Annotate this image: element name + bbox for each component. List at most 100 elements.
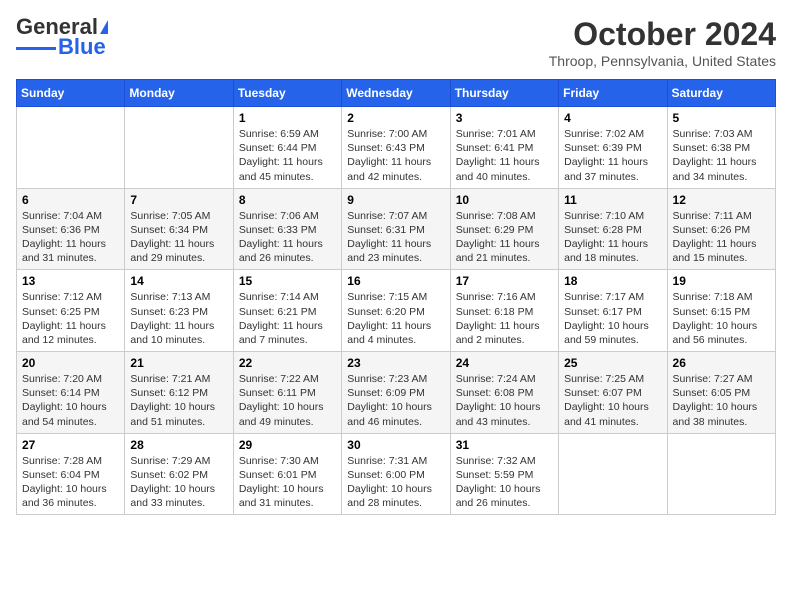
calendar-cell: 12Sunrise: 7:11 AM Sunset: 6:26 PM Dayli… xyxy=(667,188,775,270)
day-number: 7 xyxy=(130,193,227,207)
day-number: 2 xyxy=(347,111,444,125)
calendar-cell xyxy=(559,433,667,515)
calendar-header-friday: Friday xyxy=(559,80,667,107)
day-info: Sunrise: 7:17 AM Sunset: 6:17 PM Dayligh… xyxy=(564,290,661,347)
day-info: Sunrise: 7:02 AM Sunset: 6:39 PM Dayligh… xyxy=(564,127,661,184)
calendar-cell: 8 Sunrise: 7:06 AM Sunset: 6:33 PM Daylig… xyxy=(233,188,341,270)
day-info: Sunrise: 7:06 AM Sunset: 6:33 PM Dayligh… xyxy=(239,209,336,266)
day-number: 18 xyxy=(564,274,661,288)
calendar-cell: 30Sunrise: 7:31 AM Sunset: 6:00 PM Dayli… xyxy=(342,433,450,515)
day-number: 4 xyxy=(564,111,661,125)
day-number: 20 xyxy=(22,356,119,370)
logo-blue-line xyxy=(16,47,56,50)
calendar-cell: 23 Sunrise: 7:23 AM Sunset: 6:09 PM Dayli… xyxy=(342,352,450,434)
calendar-cell: 22 Sunrise: 7:22 AM Sunset: 6:11 PM Dayli… xyxy=(233,352,341,434)
day-info: Sunrise: 7:22 AM Sunset: 6:11 PM Dayligh… xyxy=(239,372,336,429)
logo-blue: Blue xyxy=(58,36,106,58)
day-info: Sunrise: 7:15 AM Sunset: 6:20 PM Dayligh… xyxy=(347,290,444,347)
day-number: 10 xyxy=(456,193,553,207)
logo-triangle-icon xyxy=(100,20,108,34)
calendar-cell: 13Sunrise: 7:12 AM Sunset: 6:25 PM Dayli… xyxy=(17,270,125,352)
calendar-header-sunday: Sunday xyxy=(17,80,125,107)
title-area: October 2024 Throop, Pennsylvania, Unite… xyxy=(549,16,776,69)
calendar-header-saturday: Saturday xyxy=(667,80,775,107)
day-number: 29 xyxy=(239,438,336,452)
page-header: General Blue October 2024 Throop, Pennsy… xyxy=(16,16,776,69)
day-number: 19 xyxy=(673,274,770,288)
day-number: 31 xyxy=(456,438,553,452)
day-number: 9 xyxy=(347,193,444,207)
location: Throop, Pennsylvania, United States xyxy=(549,53,776,69)
day-number: 11 xyxy=(564,193,661,207)
calendar-cell: 17 Sunrise: 7:16 AM Sunset: 6:18 PM Dayli… xyxy=(450,270,558,352)
calendar-cell: 20 Sunrise: 7:20 AM Sunset: 6:14 PM Dayli… xyxy=(17,352,125,434)
day-number: 17 xyxy=(456,274,553,288)
day-info: Sunrise: 7:23 AM Sunset: 6:09 PM Dayligh… xyxy=(347,372,444,429)
day-number: 3 xyxy=(456,111,553,125)
calendar-cell xyxy=(667,433,775,515)
day-number: 1 xyxy=(239,111,336,125)
day-info: Sunrise: 7:12 AM Sunset: 6:25 PM Dayligh… xyxy=(22,290,119,347)
day-info: Sunrise: 7:27 AM Sunset: 6:05 PM Dayligh… xyxy=(673,372,770,429)
calendar-cell: 29 Sunrise: 7:30 AM Sunset: 6:01 PM Dayli… xyxy=(233,433,341,515)
day-info: Sunrise: 7:16 AM Sunset: 6:18 PM Dayligh… xyxy=(456,290,553,347)
day-info: Sunrise: 7:08 AM Sunset: 6:29 PM Dayligh… xyxy=(456,209,553,266)
day-info: Sunrise: 7:14 AM Sunset: 6:21 PM Dayligh… xyxy=(239,290,336,347)
day-info: Sunrise: 7:18 AM Sunset: 6:15 PM Dayligh… xyxy=(673,290,770,347)
calendar-cell: 24 Sunrise: 7:24 AM Sunset: 6:08 PM Dayli… xyxy=(450,352,558,434)
day-number: 26 xyxy=(673,356,770,370)
day-number: 8 xyxy=(239,193,336,207)
day-info: Sunrise: 7:32 AM Sunset: 5:59 PM Dayligh… xyxy=(456,454,553,511)
calendar-cell: 28Sunrise: 7:29 AM Sunset: 6:02 PM Dayli… xyxy=(125,433,233,515)
calendar-cell: 1Sunrise: 6:59 AM Sunset: 6:44 PM Daylig… xyxy=(233,107,341,189)
calendar-cell: 10 Sunrise: 7:08 AM Sunset: 6:29 PM Dayli… xyxy=(450,188,558,270)
calendar-week-5: 27 Sunrise: 7:28 AM Sunset: 6:04 PM Dayli… xyxy=(17,433,776,515)
day-number: 14 xyxy=(130,274,227,288)
calendar-header-thursday: Thursday xyxy=(450,80,558,107)
day-number: 16 xyxy=(347,274,444,288)
calendar-cell xyxy=(17,107,125,189)
day-number: 30 xyxy=(347,438,444,452)
day-number: 27 xyxy=(22,438,119,452)
day-info: Sunrise: 7:13 AM Sunset: 6:23 PM Dayligh… xyxy=(130,290,227,347)
day-number: 6 xyxy=(22,193,119,207)
calendar-cell: 16 Sunrise: 7:15 AM Sunset: 6:20 PM Dayli… xyxy=(342,270,450,352)
day-info: Sunrise: 7:11 AM Sunset: 6:26 PM Dayligh… xyxy=(673,209,770,266)
calendar-week-2: 6 Sunrise: 7:04 AM Sunset: 6:36 PM Daylig… xyxy=(17,188,776,270)
calendar-cell: 26 Sunrise: 7:27 AM Sunset: 6:05 PM Dayli… xyxy=(667,352,775,434)
calendar-cell: 14 Sunrise: 7:13 AM Sunset: 6:23 PM Dayli… xyxy=(125,270,233,352)
day-info: Sunrise: 7:24 AM Sunset: 6:08 PM Dayligh… xyxy=(456,372,553,429)
calendar-week-4: 20 Sunrise: 7:20 AM Sunset: 6:14 PM Dayli… xyxy=(17,352,776,434)
day-info: Sunrise: 7:20 AM Sunset: 6:14 PM Dayligh… xyxy=(22,372,119,429)
day-info: Sunrise: 7:03 AM Sunset: 6:38 PM Dayligh… xyxy=(673,127,770,184)
calendar-cell: 18 Sunrise: 7:17 AM Sunset: 6:17 PM Dayli… xyxy=(559,270,667,352)
day-number: 15 xyxy=(239,274,336,288)
day-info: Sunrise: 7:10 AM Sunset: 6:28 PM Dayligh… xyxy=(564,209,661,266)
calendar-cell: 15 Sunrise: 7:14 AM Sunset: 6:21 PM Dayli… xyxy=(233,270,341,352)
day-info: Sunrise: 7:28 AM Sunset: 6:04 PM Dayligh… xyxy=(22,454,119,511)
calendar-cell: 4 Sunrise: 7:02 AM Sunset: 6:39 PM Daylig… xyxy=(559,107,667,189)
day-number: 22 xyxy=(239,356,336,370)
calendar-header-row: SundayMondayTuesdayWednesdayThursdayFrid… xyxy=(17,80,776,107)
day-info: Sunrise: 7:04 AM Sunset: 6:36 PM Dayligh… xyxy=(22,209,119,266)
day-info: Sunrise: 7:30 AM Sunset: 6:01 PM Dayligh… xyxy=(239,454,336,511)
calendar-cell: 6 Sunrise: 7:04 AM Sunset: 6:36 PM Daylig… xyxy=(17,188,125,270)
calendar-cell: 21Sunrise: 7:21 AM Sunset: 6:12 PM Dayli… xyxy=(125,352,233,434)
calendar-cell: 25Sunrise: 7:25 AM Sunset: 6:07 PM Dayli… xyxy=(559,352,667,434)
day-info: Sunrise: 7:07 AM Sunset: 6:31 PM Dayligh… xyxy=(347,209,444,266)
day-number: 23 xyxy=(347,356,444,370)
day-number: 28 xyxy=(130,438,227,452)
month-title: October 2024 xyxy=(549,16,776,53)
calendar-header-tuesday: Tuesday xyxy=(233,80,341,107)
calendar-cell: 7Sunrise: 7:05 AM Sunset: 6:34 PM Daylig… xyxy=(125,188,233,270)
calendar-header-wednesday: Wednesday xyxy=(342,80,450,107)
calendar-cell: 19 Sunrise: 7:18 AM Sunset: 6:15 PM Dayli… xyxy=(667,270,775,352)
calendar-week-3: 13Sunrise: 7:12 AM Sunset: 6:25 PM Dayli… xyxy=(17,270,776,352)
day-number: 21 xyxy=(130,356,227,370)
calendar-table: SundayMondayTuesdayWednesdayThursdayFrid… xyxy=(16,79,776,515)
day-info: Sunrise: 7:01 AM Sunset: 6:41 PM Dayligh… xyxy=(456,127,553,184)
calendar-cell: 3 Sunrise: 7:01 AM Sunset: 6:41 PM Daylig… xyxy=(450,107,558,189)
day-info: Sunrise: 7:25 AM Sunset: 6:07 PM Dayligh… xyxy=(564,372,661,429)
day-number: 24 xyxy=(456,356,553,370)
calendar-cell: 11 Sunrise: 7:10 AM Sunset: 6:28 PM Dayli… xyxy=(559,188,667,270)
